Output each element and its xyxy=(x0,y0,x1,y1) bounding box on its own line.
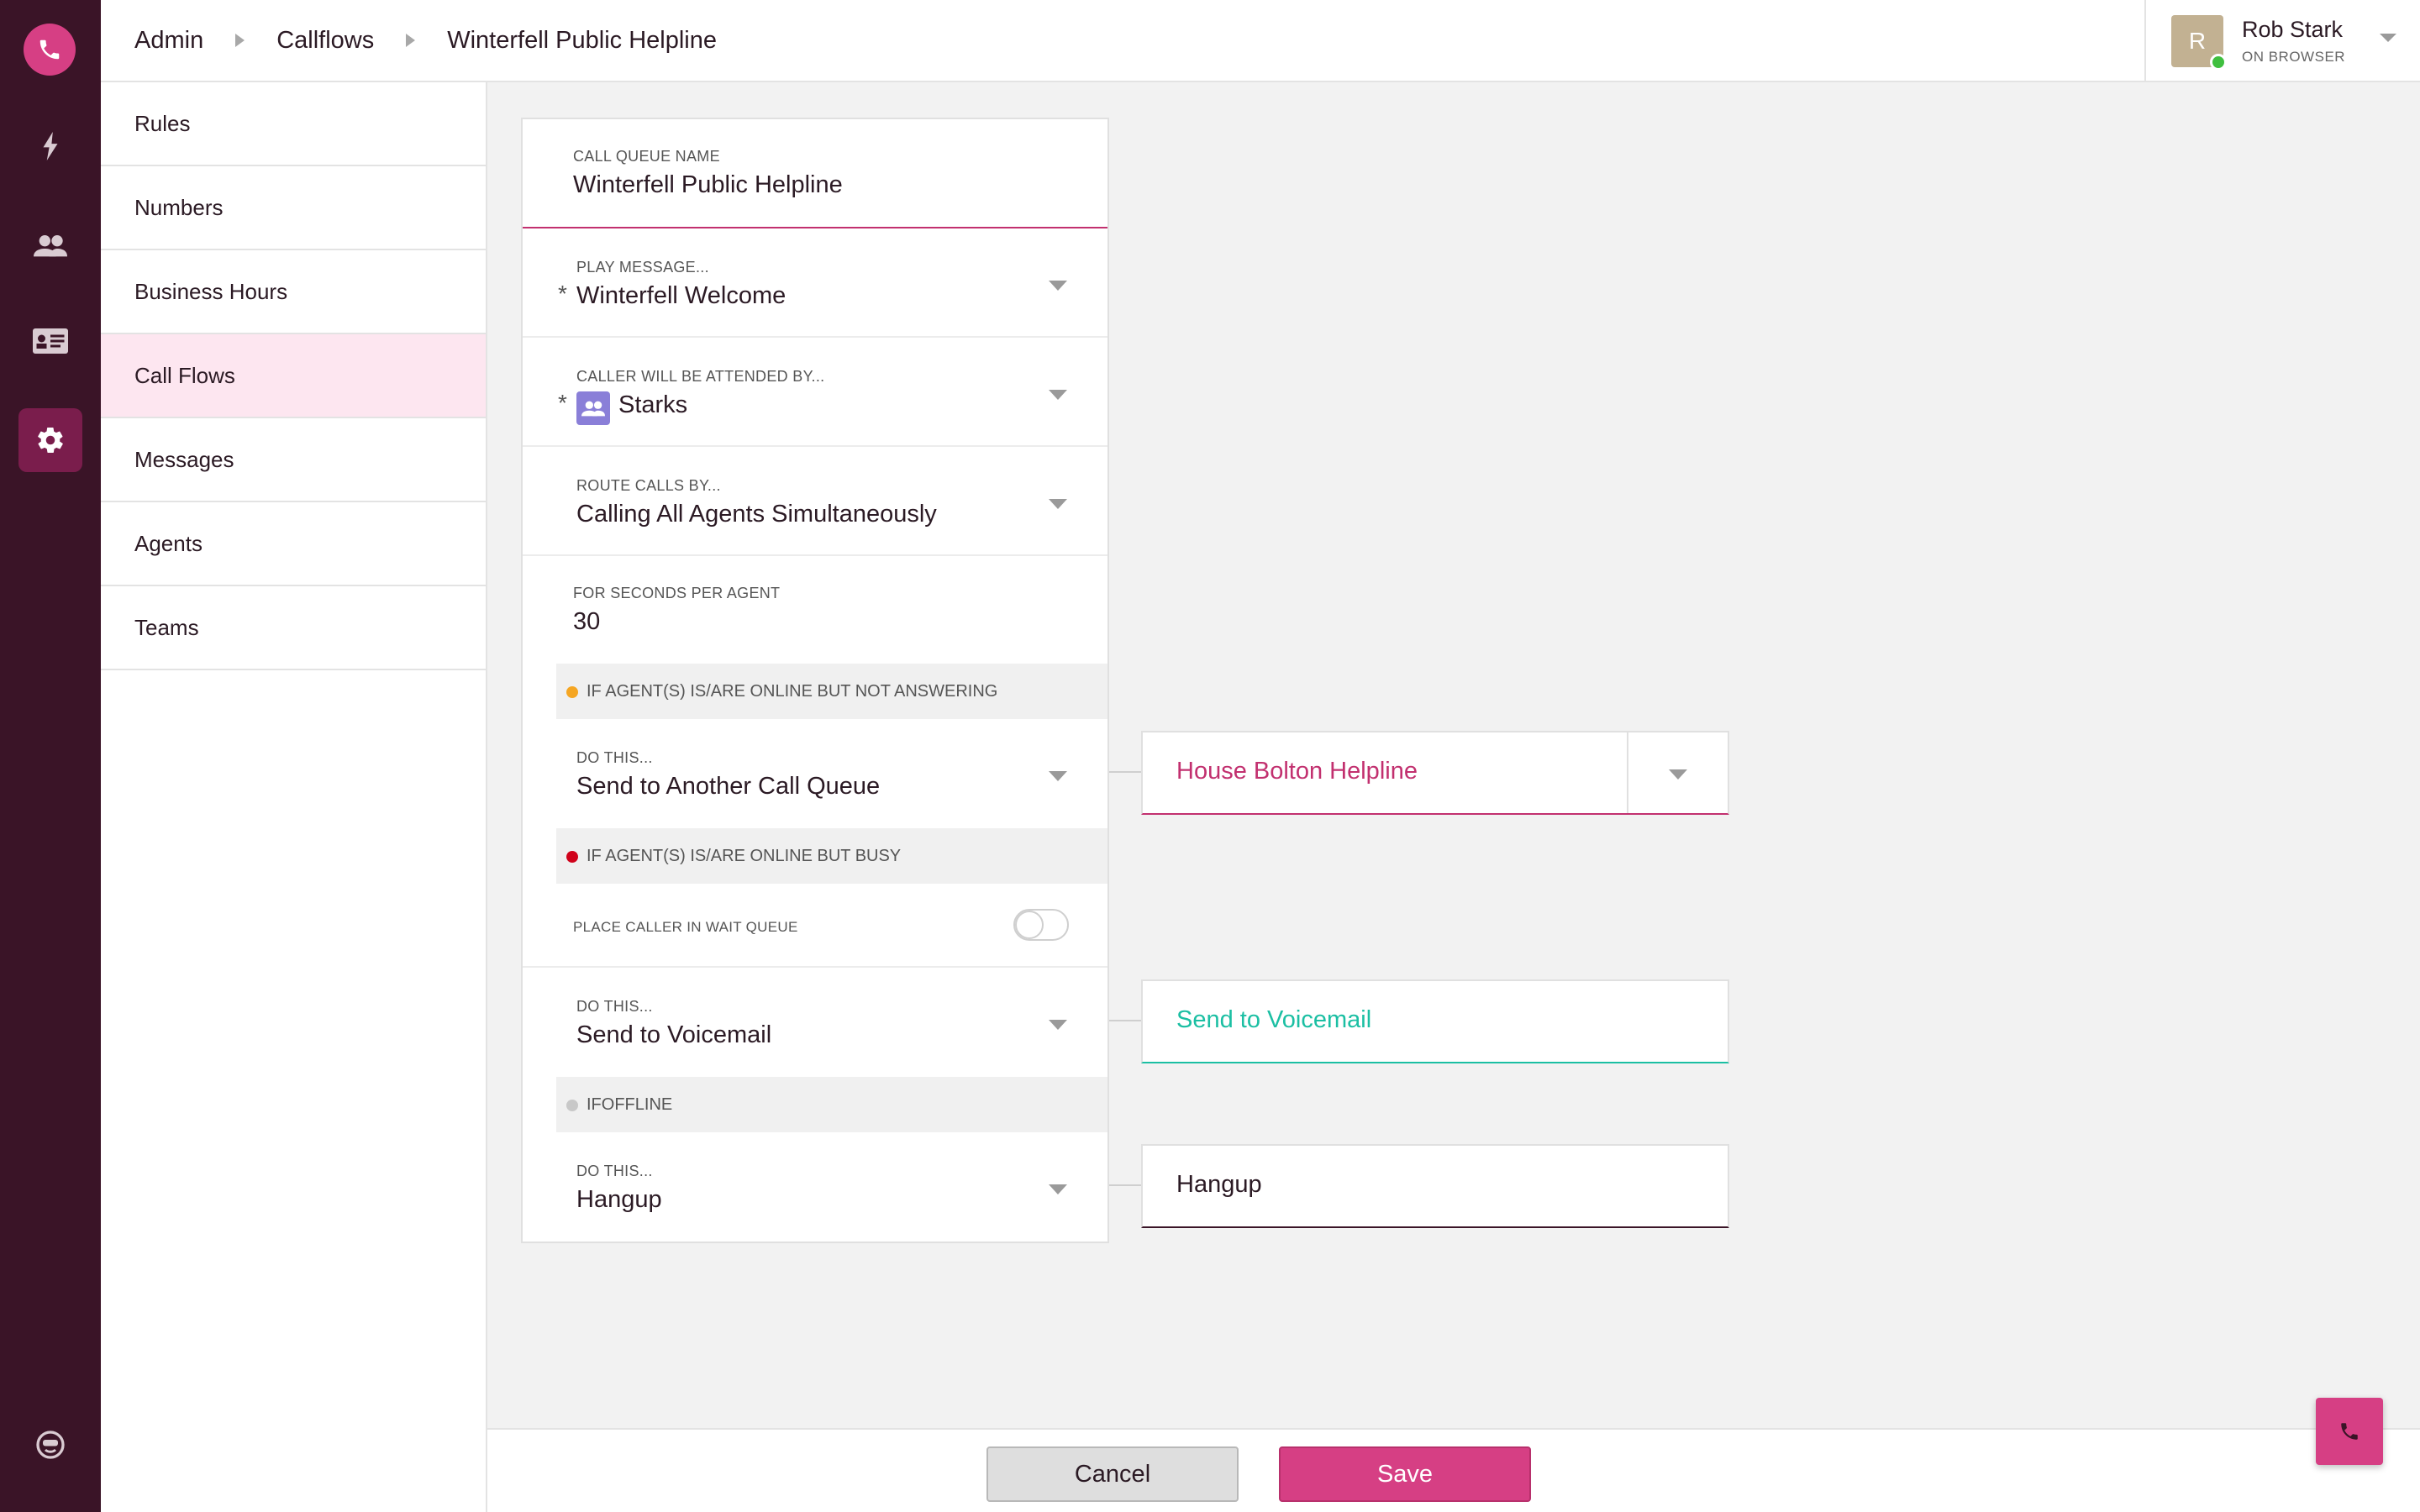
chevron-down-icon[interactable] xyxy=(2380,34,2396,42)
chevron-down-icon[interactable] xyxy=(1049,1020,1067,1030)
outcome-hangup-value: Hangup xyxy=(1176,1171,1262,1198)
wait-queue-toggle[interactable] xyxy=(1013,909,1069,941)
busy-action-value: Send to Voicemail xyxy=(576,1021,772,1048)
route-calls-value: Calling All Agents Simultaneously xyxy=(576,501,937,528)
subnav-item-call-flows[interactable]: Call Flows xyxy=(101,334,486,418)
outcome-another-queue-value: House Bolton Helpline xyxy=(1176,758,1418,785)
seconds-per-agent-value[interactable]: 30 xyxy=(573,608,600,636)
offline-action-value: Hangup xyxy=(576,1186,662,1213)
user-menu[interactable]: R Rob Stark ON BROWSER xyxy=(2144,0,2420,81)
toggle-knob xyxy=(1015,911,1044,939)
user-name: Rob Stark xyxy=(2242,17,2344,42)
breadcrumb-separator-icon xyxy=(406,34,416,47)
admin-subnav: Rules Numbers Business Hours Call Flows … xyxy=(101,82,487,1512)
user-status: ON BROWSER xyxy=(2242,49,2346,65)
breadcrumb-current: Winterfell Public Helpline xyxy=(447,26,717,54)
save-button[interactable]: Save xyxy=(1279,1446,1531,1502)
not-answering-action-select[interactable]: DO THIS... Send to Another Call Queue xyxy=(523,719,1107,828)
breadcrumb-admin[interactable]: Admin xyxy=(134,27,203,55)
attended-by-label: CALLER WILL BE ATTENDED BY... xyxy=(576,368,825,385)
play-message-label: PLAY MESSAGE... xyxy=(576,259,709,276)
not-answering-action-value: Send to Another Call Queue xyxy=(576,773,881,800)
route-calls-select[interactable]: ROUTE CALLS BY... Calling All Agents Sim… xyxy=(523,447,1107,556)
team-icon xyxy=(576,391,610,425)
chat-bot-icon[interactable] xyxy=(18,1413,82,1477)
outcome-voicemail-value: Send to Voicemail xyxy=(1176,1006,1372,1033)
gear-icon[interactable] xyxy=(18,408,82,472)
queue-name-value[interactable]: Winterfell Public Helpline xyxy=(573,171,843,199)
not-answering-band-label: IF AGENT(S) IS/ARE ONLINE BUT NOT ANSWER… xyxy=(587,681,998,701)
app-rail xyxy=(0,0,101,1512)
avatar-initial: R xyxy=(2188,28,2207,54)
wait-queue-row: PLACE CALLER IN WAIT QUEUE xyxy=(523,884,1107,968)
queue-name-field[interactable]: CALL QUEUE NAME Winterfell Public Helpli… xyxy=(523,119,1107,228)
play-message-select[interactable]: PLAY MESSAGE... * Winterfell Welcome xyxy=(523,228,1107,338)
subnav-item-rules[interactable]: Rules xyxy=(101,82,486,166)
chevron-down-icon[interactable] xyxy=(1669,769,1687,780)
connector-line xyxy=(1109,1020,1141,1021)
busy-action-label: DO THIS... xyxy=(576,998,653,1015)
subnav-item-teams[interactable]: Teams xyxy=(101,586,486,670)
route-calls-label: ROUTE CALLS BY... xyxy=(576,477,721,494)
not-answering-action-label: DO THIS... xyxy=(576,749,653,766)
subnav-item-messages[interactable]: Messages xyxy=(101,418,486,502)
id-card-icon[interactable] xyxy=(18,309,82,373)
bolt-icon[interactable] xyxy=(18,114,82,178)
busy-band-label: IF AGENT(S) IS/ARE ONLINE BUT BUSY xyxy=(587,846,902,865)
queue-name-label: CALL QUEUE NAME xyxy=(573,148,720,165)
chevron-down-icon[interactable] xyxy=(1049,771,1067,781)
wait-queue-label: PLACE CALLER IN WAIT QUEUE xyxy=(573,919,798,935)
outcome-voicemail-box[interactable]: Send to Voicemail xyxy=(1141,979,1729,1063)
status-dot-not-answering xyxy=(566,686,578,698)
not-answering-band: IF AGENT(S) IS/ARE ONLINE BUT NOT ANSWER… xyxy=(556,664,1107,719)
breadcrumb-callflows[interactable]: Callflows xyxy=(276,27,374,55)
breadcrumb: Admin Callflows Winterfell Public Helpli… xyxy=(134,0,717,81)
required-marker: * xyxy=(558,390,567,416)
divider xyxy=(1627,732,1628,813)
phone-dialer-button[interactable] xyxy=(2316,1398,2383,1465)
required-marker: * xyxy=(558,281,567,307)
seconds-per-agent-field[interactable]: FOR SECONDS PER AGENT 30 xyxy=(523,556,1107,664)
avatar: R xyxy=(2171,15,2227,71)
top-header: Admin Callflows Winterfell Public Helpli… xyxy=(101,0,2420,82)
outcome-another-queue-select[interactable]: House Bolton Helpline xyxy=(1141,731,1729,815)
connector-line xyxy=(1109,771,1141,773)
phone-logo-icon[interactable] xyxy=(24,24,76,76)
offline-action-label: DO THIS... xyxy=(576,1163,653,1179)
chevron-down-icon[interactable] xyxy=(1049,1184,1067,1194)
offline-band-label: IFOFFLINE xyxy=(587,1095,673,1114)
outcome-hangup-box[interactable]: Hangup xyxy=(1141,1144,1729,1228)
subnav-item-business-hours[interactable]: Business Hours xyxy=(101,250,486,334)
online-status-dot xyxy=(2210,54,2227,71)
attended-by-select[interactable]: CALLER WILL BE ATTENDED BY... * Starks xyxy=(523,338,1107,447)
busy-action-select[interactable]: DO THIS... Send to Voicemail xyxy=(523,968,1107,1077)
subnav-item-agents[interactable]: Agents xyxy=(101,502,486,586)
subnav-item-numbers[interactable]: Numbers xyxy=(101,166,486,250)
status-dot-offline xyxy=(566,1100,578,1111)
status-dot-busy xyxy=(566,851,578,863)
offline-band: IFOFFLINE xyxy=(556,1077,1107,1132)
busy-band: IF AGENT(S) IS/ARE ONLINE BUT BUSY xyxy=(556,828,1107,884)
people-icon[interactable] xyxy=(18,213,82,277)
seconds-per-agent-label: FOR SECONDS PER AGENT xyxy=(573,585,781,601)
call-queue-form: CALL QUEUE NAME Winterfell Public Helpli… xyxy=(521,118,1109,1243)
chevron-down-icon[interactable] xyxy=(1049,499,1067,509)
form-footer: Cancel Save xyxy=(487,1428,2420,1512)
phone-icon xyxy=(2341,1423,2358,1440)
breadcrumb-separator-icon xyxy=(235,34,245,47)
attended-by-value: Starks xyxy=(618,391,688,418)
chevron-down-icon[interactable] xyxy=(1049,281,1067,291)
offline-action-select[interactable]: DO THIS... Hangup xyxy=(523,1132,1107,1242)
chevron-down-icon[interactable] xyxy=(1049,390,1067,400)
cancel-button[interactable]: Cancel xyxy=(986,1446,1239,1502)
play-message-value: Winterfell Welcome xyxy=(576,282,786,309)
connector-line xyxy=(1109,1184,1141,1186)
